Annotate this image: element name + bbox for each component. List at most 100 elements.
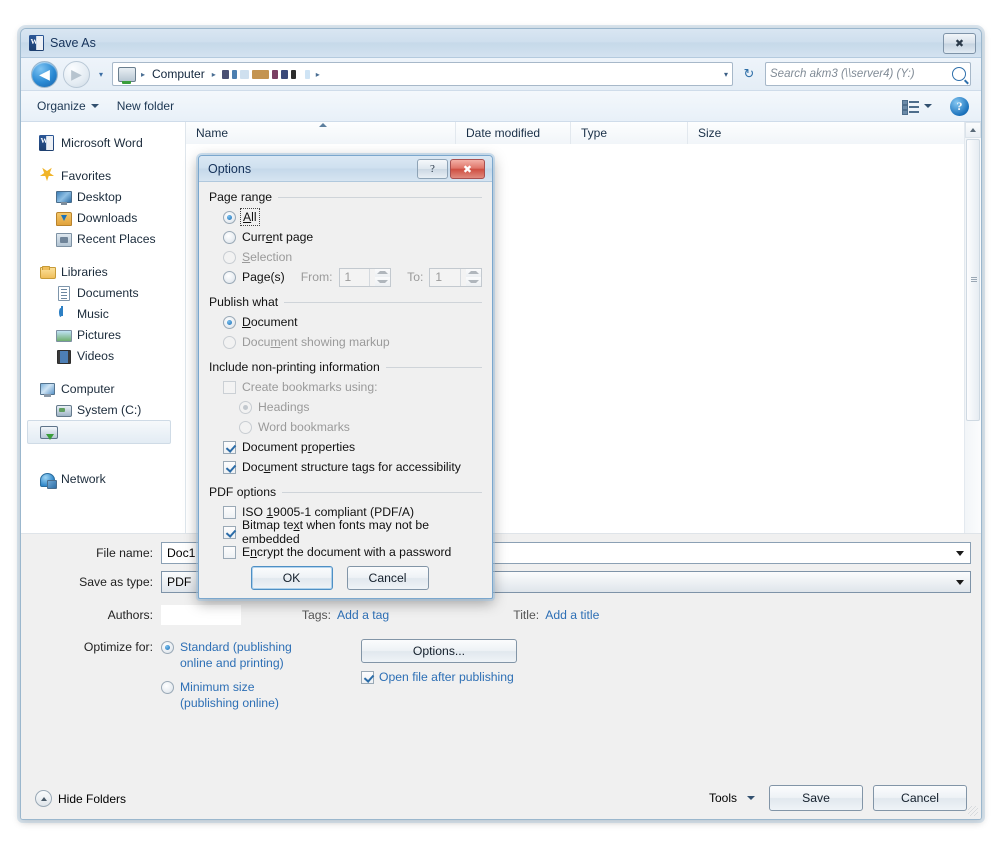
radio-pages[interactable] [223,270,236,284]
sidebar-item-libraries[interactable]: Libraries [21,261,185,282]
checkbox-iso-compliant[interactable] [223,505,236,519]
cancel-button[interactable]: Cancel [873,785,967,811]
non-printing-option-document-properties[interactable]: Document properties [209,437,482,457]
sidebar-item-documents[interactable]: Documents [21,282,185,303]
open-after-publish-row[interactable]: Open file after publishing [361,670,517,684]
chevron-up-icon [35,790,52,807]
help-button[interactable]: ? [942,93,973,120]
list-view-icon [902,99,919,115]
search-input[interactable]: Search akm3 (\\server4) (Y:) [765,62,971,86]
add-a-tag-link[interactable]: Add a tag [337,608,389,622]
hide-folders-label: Hide Folders [58,791,127,806]
non-printing-option-structure-tags[interactable]: Document structure tags for accessibilit… [209,457,482,477]
breadcrumb-separator: ▸ [211,69,216,79]
pdf-options-group: PDF options ISO 19005-1 compliant (PDF/A… [209,485,482,562]
optimize-option-minimum[interactable]: Minimum size (publishing online) [161,679,311,711]
ok-button[interactable]: OK [250,566,333,590]
sidebar-item-system-c[interactable]: System (C:) [21,399,185,420]
options-dialog: Options ? ✖ Page range All Current page … [198,155,493,599]
desktop-icon [55,189,72,205]
sidebar-item-videos[interactable]: Videos [21,345,185,366]
pdf-option-bitmap-text[interactable]: Bitmap text when fonts may not be embedd… [209,518,482,546]
chevron-down-icon[interactable] [956,579,964,585]
resize-grip-icon[interactable] [968,806,978,816]
checkbox-structure-tags[interactable] [223,460,236,474]
breadcrumb-item-computer[interactable]: Computer [148,67,209,81]
window-close-button[interactable]: ✖ [943,33,976,54]
from-value: 1 [344,270,352,284]
radio-selection [223,250,236,264]
save-button[interactable]: Save [769,785,863,811]
view-mode-button[interactable] [894,96,940,117]
dialog-cancel-button[interactable]: Cancel [346,566,429,590]
sidebar-item-favorites[interactable]: Favorites [21,165,185,186]
group-rule [282,491,482,493]
chevron-down-icon[interactable] [956,550,964,556]
sidebar-item-computer[interactable]: Computer [21,378,185,399]
dialog-help-button[interactable]: ? [417,159,448,179]
vertical-scrollbar[interactable] [964,122,981,568]
forward-button[interactable]: ▶ [63,60,90,88]
pictures-icon [55,327,72,343]
radio-standard[interactable] [161,641,174,654]
window-titlebar: W Save As ✖ [21,29,981,58]
options-button[interactable]: Options... [361,639,517,663]
page-range-heading-text: Page range [209,190,273,204]
pdf-option-encrypt[interactable]: Encrypt the document with a password [209,542,482,562]
refresh-button[interactable]: ↻ [738,63,760,85]
scrollbar-grip-icon [971,277,977,278]
optimize-option-standard[interactable]: Standard (publishing online and printing… [161,639,311,671]
recent-locations-dropdown[interactable]: ▾ [95,70,107,79]
authors-field[interactable] [161,605,241,625]
scroll-up-button[interactable] [965,122,981,138]
radio-minimum-size[interactable] [161,681,174,694]
page-range-option-pages[interactable]: Page(s) From: 1 To: 1 [209,267,482,287]
add-a-title-link[interactable]: Add a title [545,608,599,622]
sidebar-item-music[interactable]: Music [21,303,185,324]
hide-folders-button[interactable]: Hide Folders [35,790,126,807]
scrollbar-thumb[interactable] [966,139,980,421]
column-header-date-modified[interactable]: Date modified [456,122,571,144]
publish-option-document[interactable]: Document [209,312,482,332]
checkbox-document-properties[interactable] [223,440,236,454]
checkbox-bitmap-text[interactable] [223,525,236,539]
checkbox-open-after-publishing[interactable] [361,670,374,684]
radio-all[interactable] [223,210,236,224]
sidebar-item-downloads[interactable]: Downloads [21,207,185,228]
checkbox-encrypt-document[interactable] [223,545,236,559]
sidebar-item-pictures[interactable]: Pictures [21,324,185,345]
tools-button[interactable]: Tools [709,791,759,805]
optimize-row: Optimize for: Standard (publishing onlin… [31,639,971,711]
optimize-radio-group: Standard (publishing online and printing… [161,639,311,711]
back-button[interactable]: ◀ [31,60,58,88]
sidebar-item-label: Desktop [77,189,122,204]
sidebar-item-desktop[interactable]: Desktop [21,186,185,207]
document-properties-label: Document properties [242,440,356,454]
radio-document[interactable] [223,315,236,329]
chevron-down-icon[interactable]: ▾ [724,70,728,79]
sidebar-item-microsoft-word[interactable]: W Microsoft Word [21,132,185,153]
sidebar-item-network-drive[interactable] [27,420,171,444]
pdf-options-heading: PDF options [209,485,482,499]
page-range-option-current-page[interactable]: Current page [209,227,482,247]
breadcrumb-item-redacted[interactable] [219,69,313,79]
sort-ascending-icon [319,123,327,127]
column-header-type[interactable]: Type [571,122,688,144]
sidebar-item-network[interactable]: Network [21,468,185,489]
column-header-size[interactable]: Size [688,122,768,144]
radio-current-page[interactable] [223,230,236,244]
breadcrumb[interactable]: ▸ Computer ▸ ▸ ▾ [112,62,733,86]
options-dialog-titlebar: Options ? ✖ [199,156,492,182]
authors-label: Authors: [107,608,153,622]
dialog-close-button[interactable]: ✖ [450,159,485,179]
page-range-option-all[interactable]: All [209,207,482,227]
organize-button[interactable]: Organize [29,95,107,117]
new-folder-button[interactable]: New folder [109,95,182,117]
page-range-heading: Page range [209,190,482,204]
sidebar-item-recent-places[interactable]: Recent Places [21,228,185,249]
publish-what-group: Publish what Document Document showing m… [209,295,482,352]
metadata-row: Authors: Tags: Add a tag Title: Add a ti… [31,605,971,625]
sidebar-item-label: Network [61,471,106,486]
